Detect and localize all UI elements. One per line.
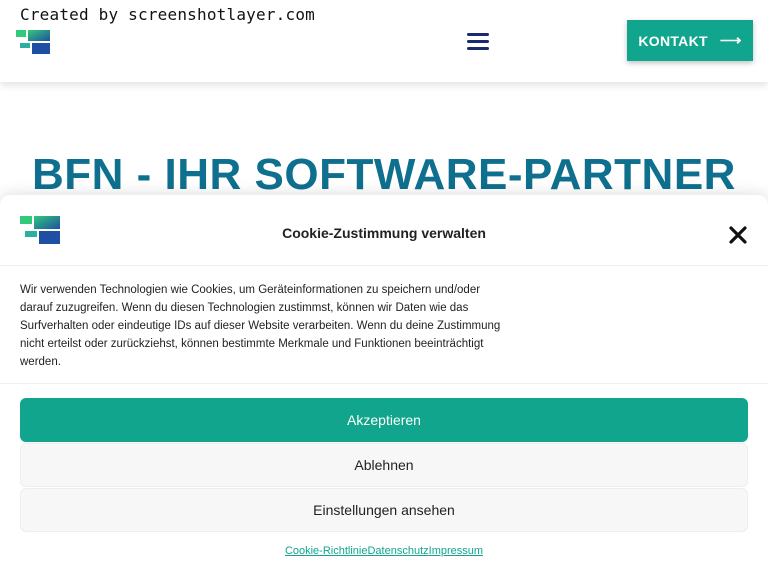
bfn-logo-icon[interactable] (16, 30, 50, 54)
cookie-dialog-title: Cookie-Zustimmung verwalten (282, 225, 486, 241)
kontakt-label: KONTAKT (638, 32, 708, 49)
link-imprint[interactable]: Impressum (429, 545, 483, 557)
page-title: BFN - IHR SOFTWARE-PARTNER (32, 150, 736, 199)
link-cookie-policy[interactable]: Cookie-Richtlinie (285, 545, 368, 557)
close-icon[interactable] (728, 225, 748, 245)
deny-button[interactable]: Ablehnen (20, 443, 748, 487)
site-header: Created by screenshotlayer.com KONTAKT ⟶ (0, 0, 768, 82)
link-privacy[interactable]: Datenschutz (367, 545, 428, 557)
watermark-text: Created by screenshotlayer.com (20, 5, 315, 24)
arrow-right-icon: ⟶ (719, 32, 742, 49)
cookie-footer-links: Cookie-RichtlinieDatenschutzImpressum (0, 545, 768, 557)
cookie-description: Wir verwenden Technologien wie Cookies, … (20, 284, 501, 368)
divider (0, 383, 768, 384)
view-settings-button[interactable]: Einstellungen ansehen (20, 488, 748, 532)
accept-button[interactable]: Akzeptieren (20, 398, 748, 442)
cookie-dialog-header: Cookie-Zustimmung verwalten (0, 195, 768, 266)
hamburger-menu-icon[interactable] (467, 31, 489, 51)
cookie-consent-dialog: Cookie-Zustimmung verwalten Wir verwende… (0, 195, 768, 576)
kontakt-button[interactable]: KONTAKT ⟶ (627, 20, 753, 61)
